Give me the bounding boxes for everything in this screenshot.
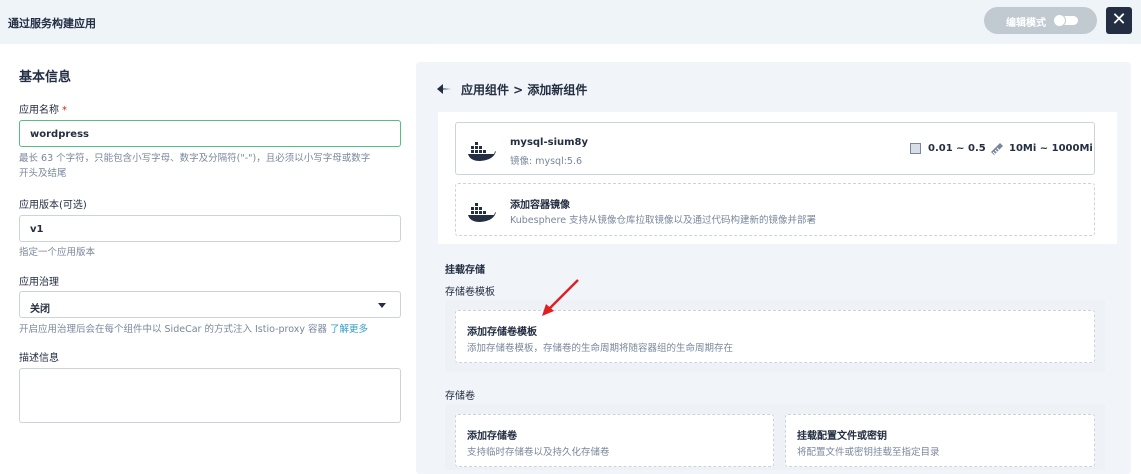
container-name: mysql-sium8y bbox=[510, 137, 589, 148]
basic-info-title: 基本信息 bbox=[19, 70, 72, 85]
toggle-switch-icon[interactable] bbox=[1053, 14, 1078, 27]
governance-select[interactable]: 关闭 bbox=[19, 291, 401, 318]
container-image: 镜像: mysql:5.6 bbox=[510, 156, 583, 167]
governance-value: 关闭 bbox=[30, 304, 50, 315]
back-arrow-icon[interactable] bbox=[437, 84, 451, 94]
add-volume-template-desc: 添加存储卷模板，存储卷的生命周期将随容器组的生命周期存在 bbox=[467, 343, 734, 354]
page-title: 通过服务构建应用 bbox=[8, 17, 96, 30]
add-volume-template-title: 添加存储卷模板 bbox=[467, 327, 537, 338]
mount-storage-title: 挂载存储 bbox=[445, 265, 485, 276]
add-volume-desc: 支持临时存储卷以及持久化存储卷 bbox=[467, 447, 610, 458]
caret-down-icon bbox=[378, 303, 386, 308]
required-mark: * bbox=[62, 105, 67, 116]
header-bar: 通过服务构建应用 编辑模式 ✕ bbox=[0, 0, 1141, 44]
governance-hint: 开启应用治理后会在每个组件中以 SideCar 的方式注入 Istio-prox… bbox=[19, 324, 369, 335]
mount-config-desc: 将配置文件或密钥挂载至指定目录 bbox=[797, 447, 940, 458]
add-image-title: 添加容器镜像 bbox=[510, 200, 570, 211]
app-name-input[interactable]: wordpress bbox=[19, 120, 401, 147]
red-arrow-annotation bbox=[542, 279, 579, 316]
description-textarea[interactable] bbox=[19, 368, 401, 423]
close-button[interactable]: ✕ bbox=[1106, 7, 1132, 34]
edit-mode-label: 编辑模式 bbox=[1006, 18, 1046, 29]
version-label: 应用版本(可选) bbox=[19, 200, 87, 211]
mount-config-title: 挂载配置文件或密钥 bbox=[797, 431, 887, 442]
cpu-icon bbox=[910, 143, 921, 154]
volume-template-title: 存储卷模板 bbox=[445, 287, 495, 298]
memory-range: 10Mi ~ 1000Mi bbox=[1009, 143, 1093, 154]
memory-icon bbox=[991, 143, 1003, 155]
add-image-desc: Kubesphere 支持从镜像仓库拉取镜像以及通过代码构建新的镜像并部署 bbox=[510, 215, 817, 226]
docker-icon bbox=[468, 203, 496, 222]
volume-title: 存储卷 bbox=[445, 391, 475, 402]
add-volume-title: 添加存储卷 bbox=[467, 431, 517, 442]
edit-mode-toggle[interactable]: 编辑模式 bbox=[984, 7, 1097, 34]
learn-more-link[interactable]: 了解更多 bbox=[330, 324, 368, 335]
description-label: 描述信息 bbox=[19, 353, 59, 364]
governance-label: 应用治理 bbox=[19, 277, 59, 288]
app-name-hint: 最长 63 个字符，只能包含小写字母、数字及分隔符("-")，且必须以小写字母或… bbox=[19, 153, 371, 179]
breadcrumb: 应用组件 > 添加新组件 bbox=[461, 83, 588, 97]
version-input[interactable]: v1 bbox=[19, 215, 401, 242]
version-hint: 指定一个应用版本 bbox=[19, 247, 96, 258]
docker-icon bbox=[468, 142, 496, 161]
cpu-range: 0.01 ~ 0.5 bbox=[928, 143, 986, 154]
app-name-label: 应用名称 * bbox=[19, 105, 67, 116]
